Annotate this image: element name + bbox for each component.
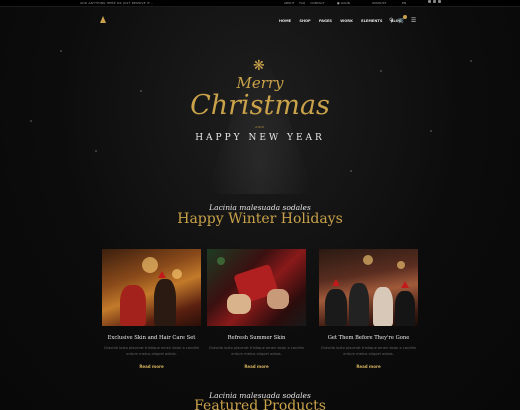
menu-icon[interactable]: ☰ [411,17,416,24]
top-link-contact[interactable]: CONTACT [310,1,324,5]
card-title[interactable]: Get Them Before They're Gone [319,335,418,341]
nav-item-elements[interactable]: ELEMENTS [361,19,382,23]
card-title[interactable]: Exclusive Skin and Hair Care Set [102,335,201,341]
snowflake [430,130,432,132]
blog-card: Refresh Summer Skin Gravida iusto placer… [207,249,306,369]
top-link-about[interactable]: ABOUT [284,1,294,5]
snowflake [95,150,97,152]
read-more-link[interactable]: Read more [319,364,418,369]
logo-tree-icon[interactable] [100,16,106,23]
wishlist-link[interactable]: WISHLIST [372,1,386,5]
hand [227,294,251,314]
blog-card: Exclusive Skin and Hair Care Set Gravida… [102,249,201,369]
login-link[interactable]: ● LOGIN [337,1,350,5]
snowflake [380,70,382,72]
person-figure [349,283,369,326]
snowflake [350,170,352,172]
read-more-link[interactable]: Read more [207,364,306,369]
instagram-icon[interactable] [428,0,431,3]
read-more-link[interactable]: Read more [102,364,201,369]
language-selector[interactable]: EN [402,1,406,5]
social-links [428,0,443,4]
snowflake [470,60,472,62]
section-title: Featured Products [194,398,326,410]
cart-count-badge [403,15,407,19]
person-figure [120,285,146,326]
top-links: ABOUT FAQ CONTACT [284,1,328,5]
facebook-icon[interactable] [433,0,436,3]
santa-hat [401,281,409,288]
page: ADD ANYTHING HERE OR JUST REMOVE IT... A… [0,0,520,410]
blog-card: Get Them Before They're Gone Gravida ius… [319,249,418,369]
search-icon[interactable]: ⚲ [389,17,393,24]
card-title[interactable]: Refresh Summer Skin [207,335,306,341]
promo-text: ADD ANYTHING HERE OR JUST REMOVE IT... [80,1,154,5]
hero-banner: ❋ Merry Christmas AND HAPPY NEW YEAR [0,30,520,200]
card-image[interactable] [319,249,418,326]
snowflake [60,50,62,52]
person-figure [325,289,347,326]
card-description: Gravida iusto placerat tristique omen do… [320,346,417,356]
person-figure [154,279,176,326]
santa-hat [332,279,340,286]
card-image[interactable] [207,249,306,326]
login-label: LOGIN [340,1,350,5]
hand [267,289,289,309]
top-link-faq[interactable]: FAQ [299,1,305,5]
person-figure [395,291,415,326]
nav-item-work[interactable]: WORK [340,19,353,23]
hero-new-year: HAPPY NEW YEAR [195,133,325,143]
twitter-icon[interactable] [438,0,441,3]
person-figure [373,287,393,326]
card-image[interactable] [102,249,201,326]
card-description: Gravida iusto placerat tristique omen do… [103,346,200,356]
star-icon: ❋ [253,58,265,74]
section-title: Happy Winter Holidays [177,211,343,227]
main-navigation: HOME SHOP PAGES WORK ELEMENTS BLOG ⚲ 🛒 ☰ [0,12,520,30]
nav-item-pages[interactable]: PAGES [319,19,332,23]
nav-item-home[interactable]: HOME [279,19,291,23]
top-bar: ADD ANYTHING HERE OR JUST REMOVE IT... A… [0,0,520,7]
card-description: Gravida iusto placerat tristique omen do… [208,346,305,356]
hero-christmas: Christmas [190,90,330,121]
hero-and: AND [255,125,265,129]
nav-item-shop[interactable]: SHOP [299,19,310,23]
santa-hat [158,271,166,278]
